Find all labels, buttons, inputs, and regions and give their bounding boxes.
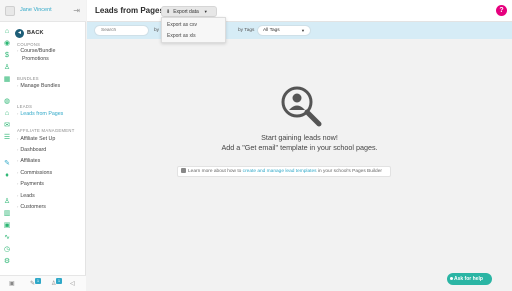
search-input[interactable] [94, 25, 149, 36]
caret-icon: › [17, 158, 19, 163]
export-menu: Export as csv Export as xls [161, 17, 226, 43]
tags-select[interactable]: All Tags ▼ [257, 25, 311, 36]
lead-search-icon [281, 86, 322, 127]
caret-icon: › [17, 170, 19, 175]
caret-icon: › [17, 204, 19, 209]
learn-more-prefix: Learn more about how to [188, 169, 243, 174]
avatar [5, 6, 15, 16]
caret-icon: › [17, 136, 19, 141]
caret-down-icon: ▼ [301, 28, 305, 33]
sidebar: Jane Vincent ⇥ ⌂ ◉ $ ♙ ▦ ◍ ⌂ ✉ ☰ ✎ ♦ ♙ ▥… [0, 0, 86, 291]
lock-icon[interactable]: ▣ [3, 222, 11, 230]
lead-templates-link[interactable]: create and manage lead templates [243, 169, 317, 174]
top-bar: Leads from Pages ⬇ Export data ▼ ? [87, 0, 512, 22]
filter-bar: by by Tags All Tags ▼ [87, 22, 512, 39]
section-title-bundles: BUNDLES [17, 76, 39, 81]
dollar-icon[interactable]: $ [3, 52, 11, 60]
help-icon[interactable]: ? [496, 5, 507, 16]
back-button[interactable]: ◂ BACK [15, 28, 44, 38]
arrow-left-icon: ◂ [15, 28, 24, 38]
caret-icon: › [17, 181, 19, 186]
learn-more-suffix: in your school's Pages Builder [316, 169, 382, 174]
tags-select-value: All Tags [263, 28, 280, 33]
sidebar-item-customers[interactable]: › Customers [17, 204, 46, 211]
caret-down-icon: ▼ [203, 9, 208, 14]
megaphone-icon[interactable]: ◁ [70, 281, 75, 288]
sidebar-item-promotions[interactable]: Promotions [22, 56, 49, 63]
sidebar-item-leads[interactable]: › Leads [17, 193, 35, 200]
sidebar-item-affiliate-set-up[interactable]: › Affiliate Set Up [17, 136, 55, 143]
caret-icon: › [17, 48, 19, 53]
empty-state-title: Start gaining leads now! [261, 133, 338, 142]
by-label: by [154, 28, 160, 33]
download-icon: ⬇ [166, 8, 171, 15]
sidebar-item-leads-from-pages[interactable]: › Leads from Pages [17, 111, 63, 118]
user-name[interactable]: Jane Vincent [20, 7, 52, 13]
users-icon[interactable]: ♙ [3, 64, 11, 72]
section-title-leads: LEADS [17, 104, 33, 109]
ask-for-help-label: Ask for help [454, 276, 483, 282]
graduation-icon[interactable]: ♦ [3, 172, 11, 180]
sidebar-item-manage-bundles[interactable]: › Manage Bundles [17, 83, 60, 90]
menu-item-export-csv[interactable]: Export as csv [167, 22, 197, 28]
pulse-icon[interactable]: ∿ [3, 234, 11, 242]
sidebar-footer: ▣ ✎ 1 ♙ 1 ◁ [0, 275, 86, 291]
by-tags-label: by Tags [238, 28, 255, 33]
menu-item-export-xls[interactable]: Export as xls [167, 33, 196, 39]
ask-for-help-button[interactable]: Ask for help [447, 273, 492, 285]
caret-icon: › [17, 193, 19, 198]
sidebar-item-affiliates[interactable]: › Affiliates [17, 158, 40, 165]
learn-more-hint: Learn more about how to create and manag… [177, 166, 391, 177]
sidebar-item-commissions[interactable]: › Commissions [17, 170, 52, 177]
lightbulb-icon [181, 168, 186, 173]
globe-icon[interactable]: ◍ [3, 98, 11, 106]
chat-icon [450, 277, 453, 280]
caret-icon: › [17, 111, 19, 116]
settings-icon[interactable]: ⚙ [3, 258, 11, 266]
user-row[interactable]: Jane Vincent ⇥ [0, 0, 86, 22]
mail-icon[interactable]: ✉ [3, 122, 11, 130]
notification-badge: 1 [35, 278, 41, 284]
export-data-label: Export data [173, 8, 199, 15]
sidebar-item-payments[interactable]: › Payments [17, 181, 44, 188]
section-title-coupons: COUPONS [17, 42, 41, 47]
eye-icon[interactable]: ◉ [3, 40, 11, 48]
caret-icon: › [17, 83, 19, 88]
calendar-icon[interactable]: ▦ [3, 76, 11, 84]
section-title-affiliate-management: AFFILIATE MANAGEMENT [17, 128, 75, 133]
tag-icon[interactable]: ✎ [3, 160, 11, 168]
chart-icon[interactable]: ▥ [3, 210, 11, 218]
rss-icon[interactable]: ☰ [3, 134, 11, 142]
icon-rail: ⌂ ◉ $ ♙ ▦ ◍ ⌂ ✉ ☰ ✎ ♦ ♙ ▥ ▣ ∿ ◷ ⚙ [0, 22, 14, 272]
user-plus-icon[interactable]: ♙ [3, 198, 11, 206]
logout-icon[interactable]: ⇥ [73, 6, 80, 16]
page-title: Leads from Pages [95, 6, 164, 15]
sidebar-item-dashboard[interactable]: › Dashboard [17, 147, 46, 154]
home-icon[interactable]: ⌂ [3, 28, 11, 36]
empty-state-subtitle: Add a "Get email" template in your schoo… [221, 143, 378, 152]
store-icon[interactable]: ⌂ [3, 110, 11, 118]
lock-icon[interactable]: ▣ [9, 281, 15, 288]
sidebar-item-course-bundle[interactable]: › Course/Bundle [17, 48, 55, 55]
clock-icon[interactable]: ◷ [3, 246, 11, 254]
notification-badge: 1 [56, 278, 62, 284]
export-data-button[interactable]: ⬇ Export data ▼ [161, 6, 217, 17]
caret-icon: › [17, 147, 19, 152]
back-label: BACK [27, 30, 44, 36]
